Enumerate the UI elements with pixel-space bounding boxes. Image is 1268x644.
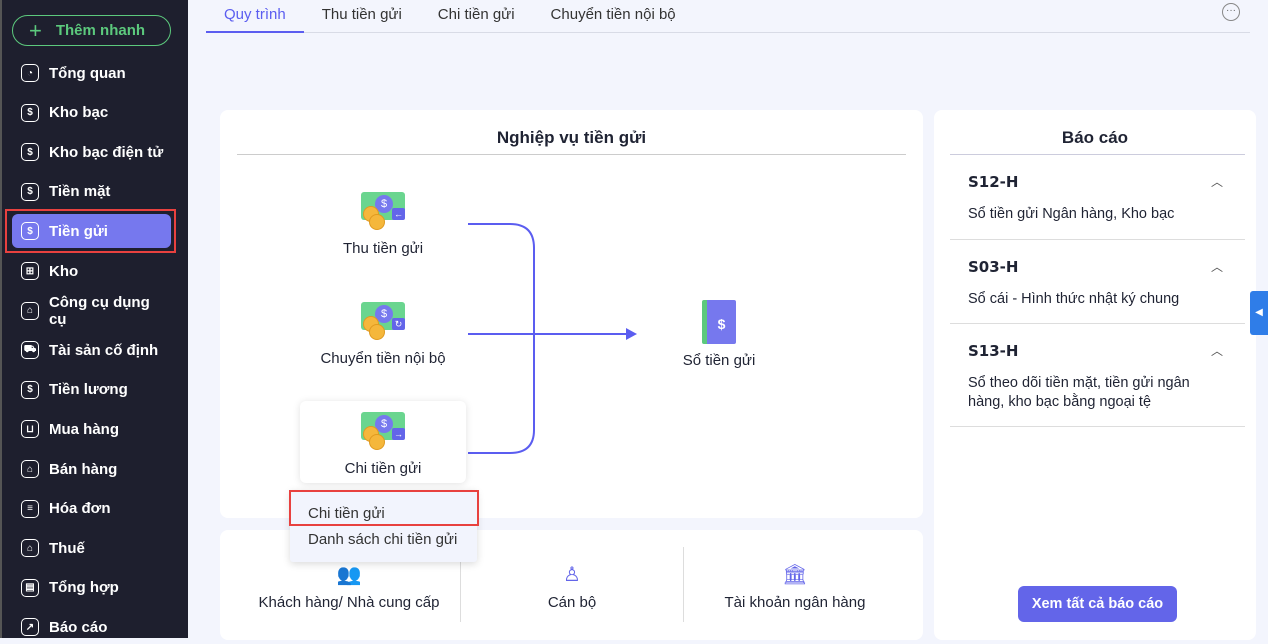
- chevron-up-icon[interactable]: ︿: [1211, 258, 1223, 275]
- node-label: Sổ tiền gửi: [682, 352, 756, 369]
- report-desc: Sổ tiền gửi Ngân hàng, Kho bạc: [968, 206, 1175, 222]
- money-in-icon: $ ←: [361, 192, 405, 230]
- chevron-up-icon[interactable]: ︿: [1211, 342, 1223, 359]
- report-item[interactable]: S03-H ︿ Sổ cái - Hình thức nhật ký chung: [950, 240, 1245, 324]
- bank-account-link[interactable]: 🏛 Tài khoản ngân hàng: [685, 562, 905, 611]
- collapse-panel-handle[interactable]: ◀: [1250, 291, 1268, 335]
- user-add-icon: ♙: [563, 564, 581, 586]
- label: Tài khoản ngân hàng: [724, 594, 866, 611]
- node-label: Chi tiền gửi: [344, 460, 422, 477]
- report-item[interactable]: S13-H ︿ Sổ theo dõi tiền mặt, tiền gửi ngâ…: [950, 324, 1245, 427]
- money-transfer-icon: $ ↻: [361, 302, 405, 340]
- menu-item-danh-sach[interactable]: Danh sách chi tiền gửi: [308, 531, 457, 548]
- chevron-up-icon[interactable]: ︿: [1211, 173, 1223, 190]
- view-all-reports-button[interactable]: Xem tất cả báo cáo: [1018, 586, 1177, 622]
- report-title: Báo cáo: [1061, 128, 1129, 147]
- users-icon: 👥: [336, 564, 362, 586]
- node-label: Chuyển tiền nội bộ: [320, 350, 446, 367]
- menu-highlight: [289, 490, 479, 526]
- report-code: S13-H: [968, 342, 1019, 360]
- customer-supplier-link[interactable]: 👥 Khách hàng/ Nhà cung cấp: [239, 562, 459, 611]
- report-code: S12-H: [968, 173, 1019, 191]
- report-code: S03-H: [968, 258, 1019, 276]
- report-item[interactable]: S12-H ︿ Sổ tiền gửi Ngân hàng, Kho bạc: [950, 155, 1245, 240]
- node-so-tien-gui[interactable]: $ Sổ tiền gửi: [636, 300, 802, 369]
- node-chi-tien-gui[interactable]: $ → Chi tiền gửi: [300, 412, 466, 477]
- node-label: Thu tiền gửi: [342, 240, 424, 257]
- staff-link[interactable]: ♙ Cán bộ: [462, 562, 682, 611]
- report-desc: Sổ cái - Hình thức nhật ký chung: [968, 291, 1180, 307]
- bank-icon: 🏛: [782, 564, 808, 586]
- report-desc: Sổ theo dõi tiền mặt, tiền gửi ngân hàng…: [968, 375, 1190, 410]
- label: Khách hàng/ Nhà cung cấp: [258, 594, 440, 611]
- node-thu-tien-gui[interactable]: $ ← Thu tiền gửi: [300, 192, 466, 257]
- money-out-icon: $ →: [361, 412, 405, 450]
- node-chuyen-tien-noi-bo[interactable]: $ ↻ Chuyển tiền nội bộ: [300, 302, 466, 367]
- label: Cán bộ: [547, 594, 597, 611]
- ledger-icon: $: [702, 300, 736, 344]
